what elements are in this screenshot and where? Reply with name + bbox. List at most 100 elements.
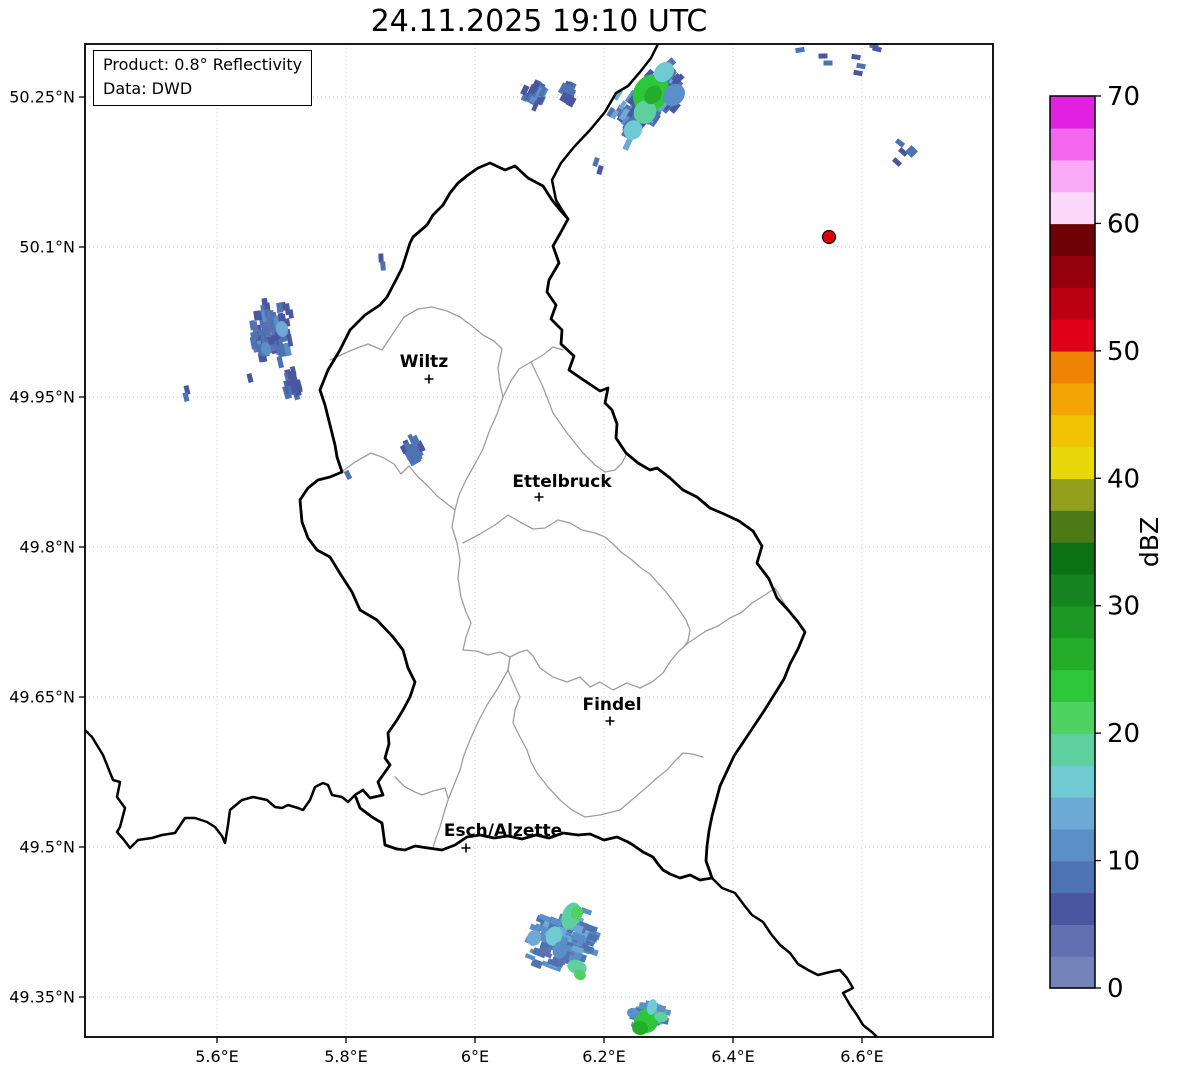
radar-site-marker xyxy=(821,229,837,245)
colorbar-segment xyxy=(1050,446,1095,479)
colorbar-tick-label: 60 xyxy=(1107,209,1140,239)
axis-tick-labels: 5.6°E 5.8°E 6°E 6.2°E 6.4°E 6.6°E 50.25°N 50.1°… xyxy=(9,88,884,1067)
radar-echo-cluster xyxy=(557,80,577,108)
colorbar-segment xyxy=(1050,542,1095,575)
radar-echo-cell xyxy=(276,355,285,369)
district-border-line xyxy=(451,396,504,651)
x-tick-label: 6.6°E xyxy=(840,1047,884,1066)
france-germany-border xyxy=(710,876,879,1037)
belgium-france-border xyxy=(85,728,357,850)
radar-echo-cell xyxy=(276,302,284,314)
district-border-line xyxy=(462,514,691,649)
colorbar-segment xyxy=(1050,96,1095,129)
map-canvas: WiltzEttelbruckFindelEsch/Alzette5.6°E 5.… xyxy=(9,43,1164,1067)
colorbar-segment xyxy=(1050,319,1095,352)
colorbar-tick-label: 0 xyxy=(1107,974,1124,1004)
city-marker xyxy=(424,374,434,384)
city-label: Findel xyxy=(582,695,641,715)
colorbar-segment xyxy=(1050,159,1095,193)
radar-echo-speck xyxy=(818,53,828,59)
radar-echo-speck xyxy=(380,261,386,271)
x-tick-label: 5.8°E xyxy=(324,1047,368,1066)
radar-echo-speck xyxy=(872,45,882,53)
colorbar-tick-label: 40 xyxy=(1107,464,1140,494)
colorbar-segment xyxy=(1050,924,1095,957)
colorbar-segment xyxy=(1050,860,1095,894)
radar-echoes xyxy=(182,44,918,1036)
district-border-line xyxy=(502,346,564,398)
y-tick-label: 49.95°N xyxy=(9,388,75,407)
colorbar-segment xyxy=(1050,191,1095,225)
radar-echo-speck xyxy=(343,469,353,481)
district-border-line xyxy=(462,587,788,691)
district-border-line xyxy=(530,361,627,473)
city-marker xyxy=(461,843,471,853)
colorbar-segment xyxy=(1050,956,1095,989)
colorbar-segment xyxy=(1050,637,1095,671)
district-border-line xyxy=(432,656,511,849)
district-border-line xyxy=(507,656,704,818)
city-label: Esch/Alzette xyxy=(444,821,562,841)
radar-echo-cluster xyxy=(282,365,303,401)
y-tick-label: 49.35°N xyxy=(9,988,75,1007)
country-borders xyxy=(85,44,879,1037)
colorbar-segment xyxy=(1050,350,1095,384)
colorbar: 0 10 20 30 40 50 60 70 dBZ xyxy=(1049,82,1164,1004)
radar-echo-speck xyxy=(378,253,384,263)
radar-echo-speck xyxy=(853,69,863,77)
y-tick-label: 50.25°N xyxy=(9,88,75,107)
product-line: Product: 0.8° Reflectivity xyxy=(103,55,303,74)
city-marker xyxy=(534,492,544,502)
colorbar-segment xyxy=(1050,127,1095,161)
colorbar-segment xyxy=(1050,478,1095,511)
colorbar-segment xyxy=(1050,669,1095,702)
colorbar-segment xyxy=(1050,223,1095,256)
y-tick-label: 49.65°N xyxy=(9,688,75,707)
radar-echo-speck xyxy=(592,156,600,168)
radar-echo-cluster xyxy=(249,297,294,369)
city-marker xyxy=(605,716,615,726)
radar-echo-speck xyxy=(891,157,903,167)
figure-title: 24.11.2025 19:10 UTC xyxy=(370,4,708,39)
radar-echo-speck xyxy=(823,60,833,66)
district-border-line xyxy=(339,452,456,511)
colorbar-segment xyxy=(1050,828,1095,862)
city-label: Wiltz xyxy=(400,352,449,372)
radar-echo-speck xyxy=(246,373,254,383)
colorbar-segment xyxy=(1050,701,1095,734)
radar-echo-cluster xyxy=(627,999,672,1036)
x-tick-label: 6.4°E xyxy=(711,1047,755,1066)
axis-ticks xyxy=(79,96,863,1043)
figure: Wiltz Ettelbruck Findel Esch/Alzette 5.6°E 5.… xyxy=(0,0,1184,1081)
product-info-box: Product: 0.8° Reflectivity Data: DWD xyxy=(93,50,313,106)
colorbar-segment xyxy=(1050,765,1095,798)
colorbar-segment xyxy=(1050,287,1095,320)
radar-echo-cluster xyxy=(606,57,685,151)
radar-echo-cell xyxy=(253,310,262,321)
colorbar-tick-label: 10 xyxy=(1107,847,1140,877)
colorbar-segment xyxy=(1050,414,1095,448)
radar-echo-speck xyxy=(851,53,861,61)
x-tick-label: 6.2°E xyxy=(582,1047,626,1066)
colorbar-tick-label: 50 xyxy=(1107,337,1140,367)
colorbar-segment xyxy=(1050,510,1095,543)
radar-echo-speck xyxy=(596,164,604,176)
colorbar-segment xyxy=(1050,573,1095,607)
colorbar-segment xyxy=(1050,892,1095,925)
radar-echo-cluster xyxy=(524,902,601,981)
colorbar-segment xyxy=(1050,605,1095,639)
x-tick-label: 5.6°E xyxy=(195,1047,239,1066)
y-tick-label: 49.8°N xyxy=(19,538,75,557)
y-tick-label: 50.1°N xyxy=(19,238,75,257)
radar-echo-cluster xyxy=(520,79,549,112)
luxembourg-border xyxy=(298,161,807,882)
colorbar-segment xyxy=(1050,733,1095,766)
x-tick-label: 6°E xyxy=(461,1047,489,1066)
colorbar-tick-label: 20 xyxy=(1107,719,1140,749)
district-border-line xyxy=(394,776,449,799)
city-annotations: Wiltz Ettelbruck Findel Esch/Alzette xyxy=(400,352,642,853)
plot-spine xyxy=(84,43,994,1038)
radar-echo-speck xyxy=(856,62,866,70)
gridlines xyxy=(85,44,993,1037)
radar-echo-speck xyxy=(894,138,906,148)
